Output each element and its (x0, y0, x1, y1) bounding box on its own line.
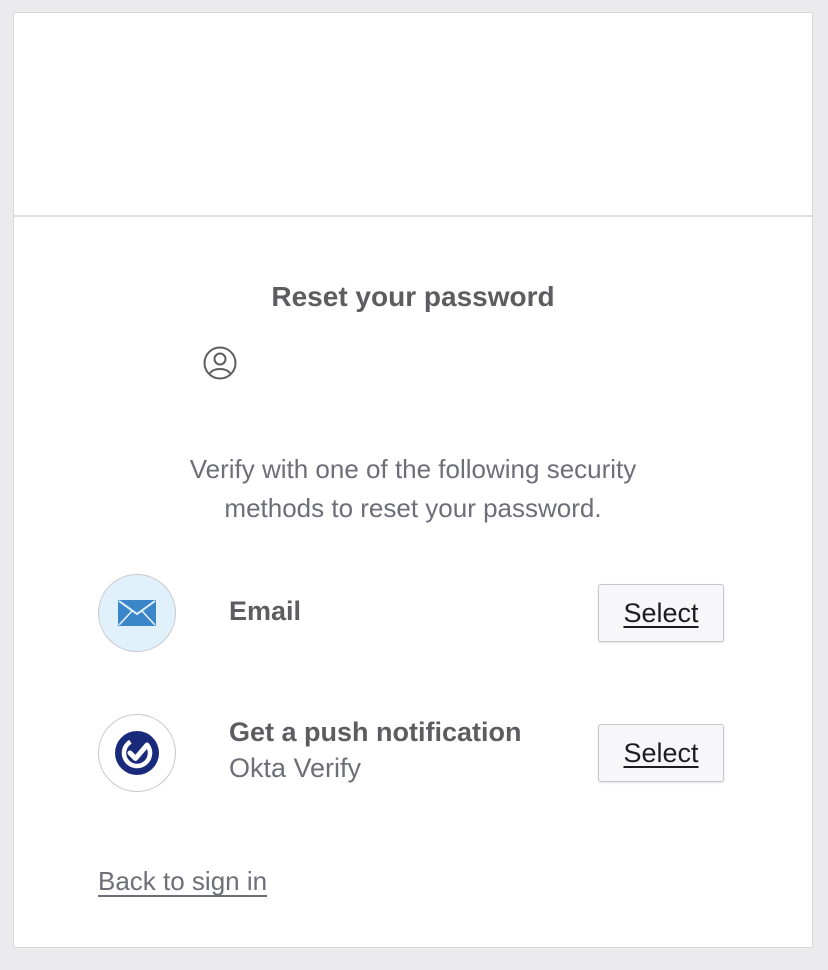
user-circle-icon (203, 346, 237, 380)
auth-card: Reset your password Verify with one of t… (13, 12, 813, 948)
select-email-button[interactable]: Select (598, 584, 724, 642)
okta-verify-check-icon (98, 714, 176, 792)
card-header-logo-area (14, 13, 812, 217)
page-title: Reset your password (271, 281, 555, 312)
instructions-line-1: Verify with one of the following securit… (189, 454, 637, 484)
instructions-line-2: methods to reset your password. (224, 493, 602, 523)
instructions-text: Verify with one of the following securit… (14, 450, 812, 528)
method-push-notification: Get a push notification Okta Verify Sele… (98, 714, 726, 794)
select-push-button[interactable]: Select (598, 724, 724, 782)
back-to-sign-in-link[interactable]: Back to sign in (98, 866, 267, 897)
method-push-label: Get a push notification (229, 717, 522, 747)
method-email-label: Email (229, 596, 302, 626)
method-push-description: Okta Verify (229, 753, 362, 783)
method-email: Email Select (98, 574, 726, 654)
envelope-icon (98, 574, 176, 652)
